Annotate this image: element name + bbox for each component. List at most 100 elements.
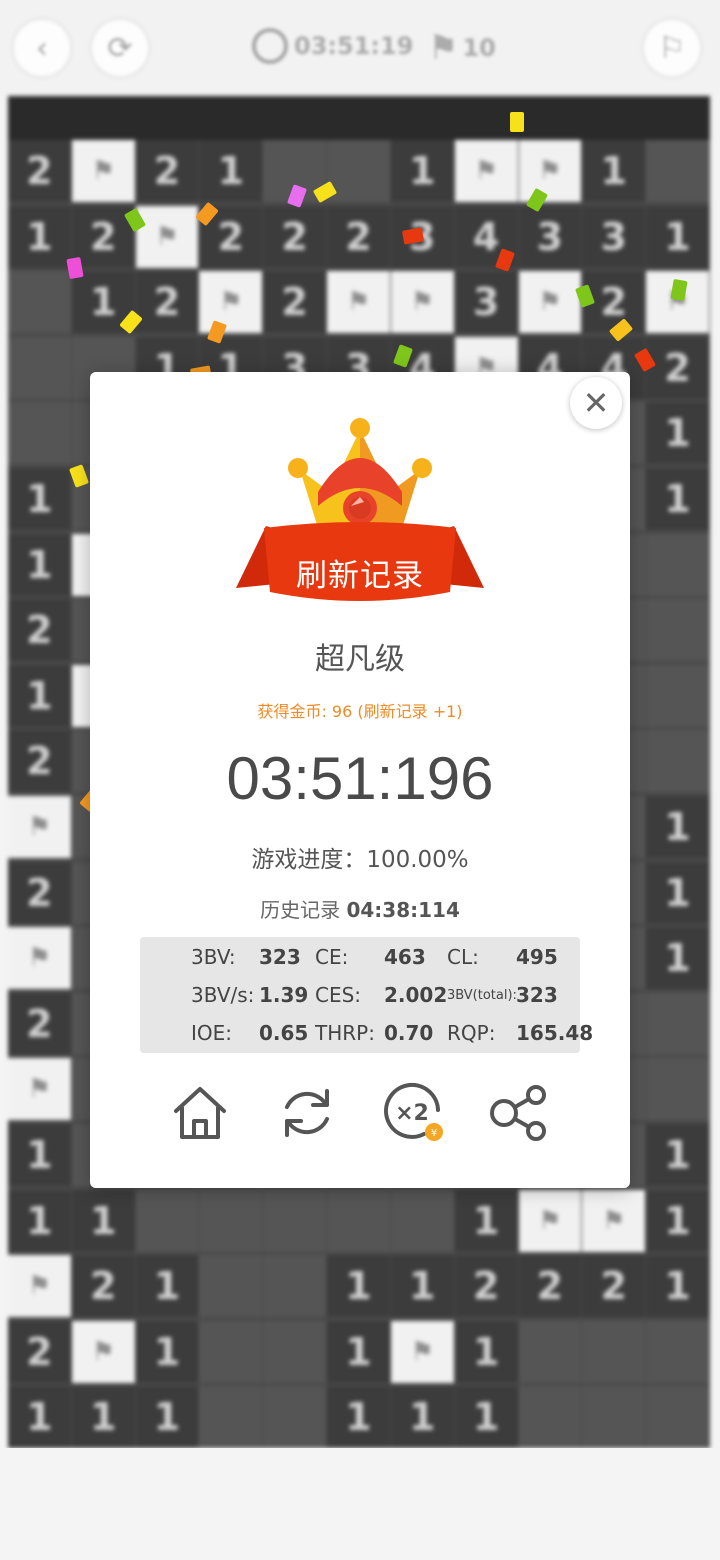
number-cell[interactable]: 1 [646,205,709,268]
empty-cell[interactable] [263,1320,327,1383]
number-cell[interactable]: 1 [8,205,71,268]
empty-cell[interactable] [646,730,709,793]
number-cell[interactable]: 1 [646,927,709,990]
empty-cell[interactable] [8,402,71,465]
number-cell[interactable]: 1 [454,1386,518,1449]
flagged-cell[interactable]: ⚑ [8,1058,71,1121]
empty-cell[interactable] [199,1255,263,1318]
empty-cell[interactable] [646,992,709,1055]
flagged-cell[interactable]: ⚑ [327,271,390,334]
number-cell[interactable]: 1 [135,1386,199,1449]
empty-cell[interactable] [582,1320,646,1383]
number-cell[interactable]: 2 [71,1255,135,1318]
flagged-cell[interactable]: ⚑ [518,271,582,334]
restart-button[interactable]: ⟳ [92,20,148,76]
flagged-cell[interactable]: ⚑ [390,1320,454,1383]
number-cell[interactable]: 1 [327,1386,390,1449]
number-cell[interactable]: 2 [263,205,327,268]
number-cell[interactable]: 1 [454,1189,518,1252]
empty-cell[interactable] [263,1255,327,1318]
number-cell[interactable]: 1 [646,861,709,924]
number-cell[interactable]: 3 [454,271,518,334]
flagged-cell[interactable]: ⚑ [518,140,582,202]
back-button[interactable]: ‹ [14,20,70,76]
flagged-cell[interactable]: ⚑ [199,271,263,334]
empty-cell[interactable] [646,1058,709,1121]
number-cell[interactable]: 1 [135,1320,199,1383]
number-cell[interactable]: 1 [646,402,709,465]
empty-cell[interactable] [646,664,709,727]
home-button[interactable] [165,1078,235,1148]
flagged-cell[interactable]: ⚑ [454,140,518,202]
empty-cell[interactable] [199,1386,263,1449]
double-coins-button[interactable]: ×2 ¥ [378,1078,448,1148]
number-cell[interactable]: 2 [8,861,71,924]
number-cell[interactable]: 1 [8,1386,71,1449]
close-button[interactable]: ✕ [570,377,622,429]
number-cell[interactable]: 1 [582,140,646,202]
empty-cell[interactable] [646,599,709,662]
number-cell[interactable]: 1 [8,467,71,530]
empty-cell[interactable] [518,1386,582,1449]
empty-cell[interactable] [390,1189,454,1252]
empty-cell[interactable] [263,1189,327,1252]
number-cell[interactable]: 2 [8,1320,71,1383]
number-cell[interactable]: 1 [646,1123,709,1186]
number-cell[interactable]: 2 [135,271,199,334]
empty-cell[interactable] [8,336,71,399]
flagged-cell[interactable]: ⚑ [71,140,135,202]
number-cell[interactable]: 1 [646,795,709,858]
number-cell[interactable]: 2 [8,140,71,202]
flagged-cell[interactable]: ⚑ [8,795,71,858]
flagged-cell[interactable]: ⚑ [8,1255,71,1318]
number-cell[interactable]: 1 [8,664,71,727]
empty-cell[interactable] [8,271,71,334]
empty-cell[interactable] [646,1320,709,1383]
empty-cell[interactable] [518,1320,582,1383]
number-cell[interactable]: 1 [646,467,709,530]
number-cell[interactable]: 1 [390,1386,454,1449]
number-cell[interactable]: 1 [646,1255,709,1318]
empty-cell[interactable] [263,1386,327,1449]
empty-cell[interactable] [646,1386,709,1449]
number-cell[interactable]: 1 [71,1189,135,1252]
flagged-cell[interactable]: ⚑ [135,205,199,268]
share-button[interactable] [485,1078,555,1148]
number-cell[interactable]: 2 [263,271,327,334]
number-cell[interactable]: 3 [582,205,646,268]
number-cell[interactable]: 2 [454,1255,518,1318]
empty-cell[interactable] [199,1189,263,1252]
flagged-cell[interactable]: ⚑ [71,1320,135,1383]
flagged-cell[interactable]: ⚑ [8,927,71,990]
number-cell[interactable]: 1 [8,1123,71,1186]
number-cell[interactable]: 1 [135,1255,199,1318]
number-cell[interactable]: 2 [518,1255,582,1318]
empty-cell[interactable] [646,533,709,596]
number-cell[interactable]: 1 [327,1255,390,1318]
flagged-cell[interactable]: ⚑ [582,1189,646,1252]
flag-mode-button[interactable]: ⚐ [644,20,700,76]
number-cell[interactable]: 1 [327,1320,390,1383]
number-cell[interactable]: 2 [327,205,390,268]
number-cell[interactable]: 3 [518,205,582,268]
replay-button[interactable] [272,1078,342,1148]
empty-cell[interactable] [646,140,709,202]
empty-cell[interactable] [135,1189,199,1252]
empty-cell[interactable] [327,1189,390,1252]
number-cell[interactable]: 1 [8,533,71,596]
number-cell[interactable]: 2 [135,140,199,202]
number-cell[interactable]: 2 [582,1255,646,1318]
number-cell[interactable]: 1 [199,140,263,202]
number-cell[interactable]: 2 [8,730,71,793]
number-cell[interactable]: 1 [454,1320,518,1383]
flagged-cell[interactable]: ⚑ [390,271,454,334]
number-cell[interactable]: 2 [8,992,71,1055]
number-cell[interactable]: 1 [390,140,454,202]
number-cell[interactable]: 1 [646,1189,709,1252]
number-cell[interactable]: 2 [8,599,71,662]
number-cell[interactable]: 2 [646,336,709,399]
number-cell[interactable]: 1 [8,1189,71,1252]
number-cell[interactable]: 1 [390,1255,454,1318]
empty-cell[interactable] [582,1386,646,1449]
number-cell[interactable]: 1 [71,1386,135,1449]
